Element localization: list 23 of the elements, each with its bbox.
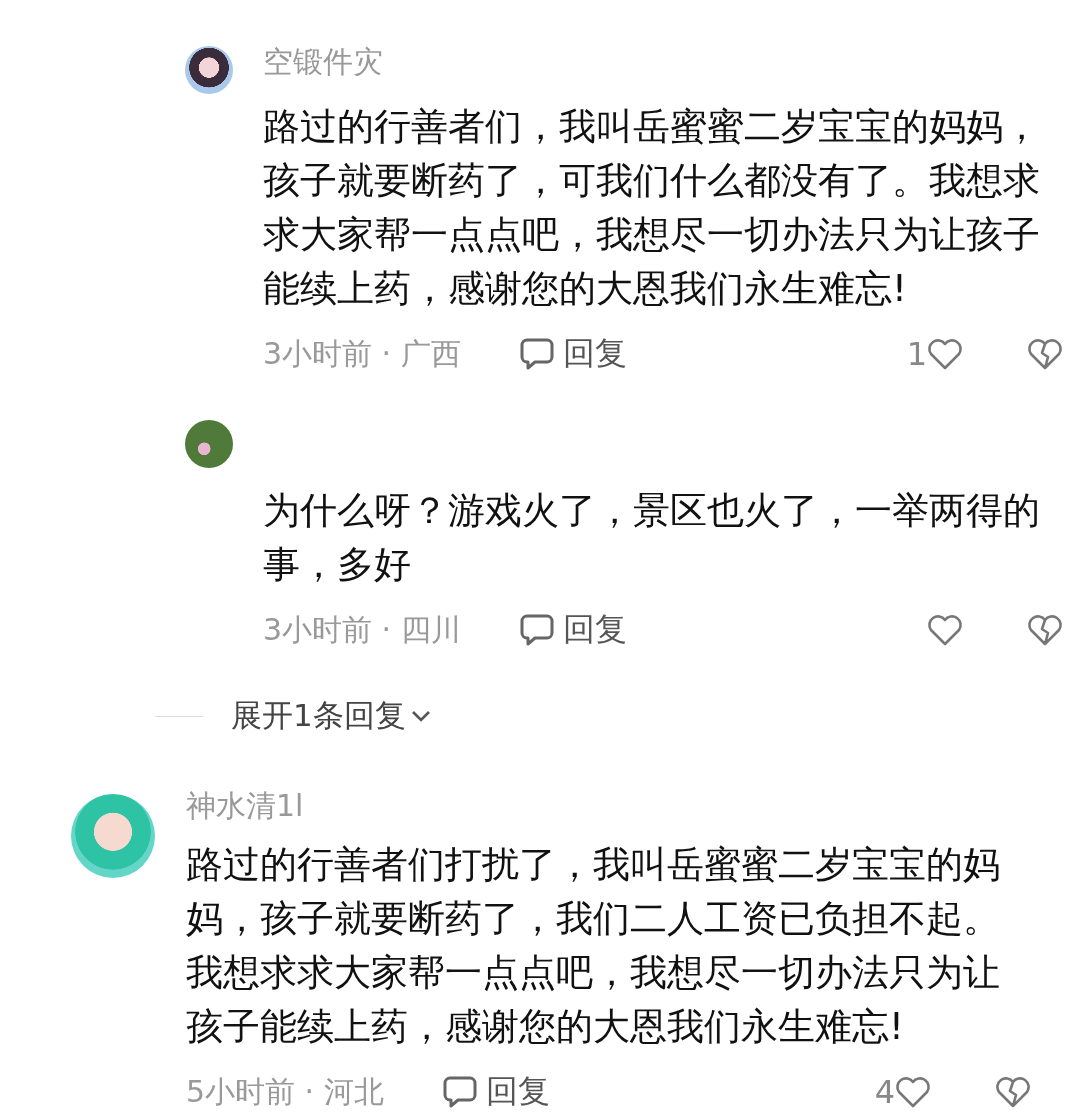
avatar[interactable] xyxy=(185,46,233,94)
expand-replies-link[interactable]: 展开1条回复 xyxy=(231,695,432,737)
heart-icon[interactable] xyxy=(895,1076,931,1108)
comment-text: 为什么呀？游戏火了，景区也火了，一举两得的事，多好 xyxy=(263,488,1041,588)
chevron-down-icon xyxy=(409,709,432,723)
broken-heart-icon[interactable] xyxy=(1027,614,1063,646)
broken-heart-icon[interactable] xyxy=(1027,338,1063,370)
comment-text: 路过的行善者们，我叫岳蜜蜜二岁宝宝的妈妈，孩子就要断药了，可我们什么都没有了。我想求求大家帮一点点吧，我想尽一切办法只为让孩子能续上药，感谢您的大恩我们永生难忘! xyxy=(263,104,1041,312)
reply-button[interactable]: 回复 xyxy=(519,608,627,652)
reply-button[interactable]: 回复 xyxy=(519,332,627,376)
time-location: 3小时前 · 四川 xyxy=(263,610,462,649)
time-location: 5小时前 · 河北 xyxy=(186,1072,385,1111)
like-count: 1 xyxy=(906,335,927,373)
like-count: 4 xyxy=(874,1073,895,1111)
comment-text: 路过的行善者们打扰了，我叫岳蜜蜜二岁宝宝的妈妈，孩子就要断药了，我们二人工资已负担不起。我想求求大家帮一点点吧，我想尽一切办法只为让孩子能续上药，感谢您的大恩我们永生难忘! xyxy=(186,842,1001,1050)
heart-icon[interactable] xyxy=(927,614,963,646)
reply-button[interactable]: 回复 xyxy=(442,1070,550,1114)
heart-icon[interactable] xyxy=(927,338,963,370)
reply-icon xyxy=(519,337,555,371)
broken-heart-icon[interactable] xyxy=(995,1076,1031,1108)
reply-icon xyxy=(442,1075,478,1109)
reply-icon xyxy=(519,613,555,647)
time-location: 3小时前 · 广西 xyxy=(263,334,462,373)
